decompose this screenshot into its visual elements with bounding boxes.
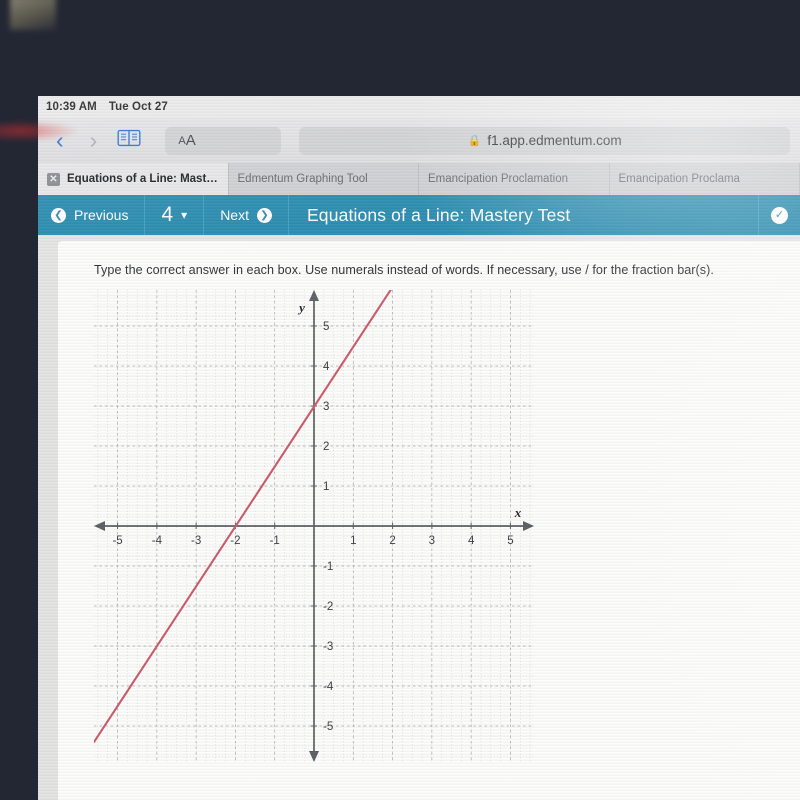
submit-test-button[interactable]: ✓ [759,195,800,235]
x-tick-label: -1 [270,535,280,547]
text-size-button[interactable]: A A [165,126,282,155]
y-axis-arrow-down [309,751,319,762]
next-label: Next [220,207,249,223]
x-tick-label: -5 [112,535,122,547]
arrow-left-circle-icon: ❮ [51,207,66,223]
tab-strip: ✕ Equations of a Line: Master... Edmentu… [38,163,800,195]
x-tick-label: 2 [389,535,395,547]
tab-equations-of-a-line[interactable]: ✕ Equations of a Line: Master... [38,163,229,195]
x-tick-label: -2 [230,535,240,547]
x-tick-label: -4 [152,535,163,547]
previous-label: Previous [74,207,129,223]
y-tick-label: -5 [323,721,333,733]
graph-canvas: -5 -4 -3 -2 -1 1 2 3 4 5 5 4 3 2 1 -1 -2 -3 -4 -5 x y [92,276,534,762]
arrow-right-circle-icon: ❯ [256,207,272,223]
question-prompt: Type the correct answer in each box. Use… [94,263,714,277]
x-tick-label: 5 [507,535,513,547]
lock-icon: 🔒 [467,135,482,147]
y-tick-label: -2 [323,601,333,613]
x-axis-arrow-right [523,521,534,531]
x-tick-label: 3 [429,535,435,547]
text-size-big-a: A [185,132,196,149]
y-tick-label: -3 [323,641,333,653]
close-icon[interactable]: ✕ [47,172,60,186]
address-bar[interactable]: 🔒 f1.app.edmentum.com [299,126,790,155]
bezel-glare [10,0,56,30]
x-axis-arrow-left [94,521,105,531]
book-icon[interactable] [117,129,141,152]
status-bar-time: 10:39 AM [46,101,97,113]
y-tick-label: -4 [323,681,334,693]
y-axis-arrow-up [309,290,319,301]
assessment-toolbar: ❮ Previous 4 ▾ Next ❯ Equations of a Lin… [38,195,800,235]
question-card: Type the correct answer in each box. Use… [58,241,800,800]
x-axis-label: x [514,505,522,520]
y-tick-label: 2 [323,441,329,453]
tab-edmentum-graphing-tool[interactable]: Edmentum Graphing Tool [228,163,419,195]
tab-emancipation-proclamation-1[interactable]: Emancipation Proclamation [419,163,610,195]
ipad-screen: 10:39 AM Tue Oct 27 ‹ › A A 🔒 f1.app.edm… [38,96,800,800]
y-tick-label: 1 [323,481,329,493]
lens-flare-artifact [0,120,80,142]
y-tick-label: -1 [323,561,333,573]
page-title: Equations of a Line: Mastery Test [289,195,759,235]
check-circle-icon: ✓ [771,206,788,224]
status-bar-date: Tue Oct 27 [108,101,168,113]
y-axis-label: y [297,300,305,315]
x-tick-label: -3 [191,535,201,547]
question-work-area: Type the correct answer in each box. Use… [38,235,800,800]
browser-toolbar: ‹ › A A 🔒 f1.app.edmentum.com [38,118,800,163]
tab-label: Edmentum Graphing Tool [237,173,368,185]
forward-icon[interactable]: › [82,129,106,152]
coordinate-graph: -5 -4 -3 -2 -1 1 2 3 4 5 5 4 3 2 1 -1 -2 -3 -4 -5 x y [92,276,534,762]
y-tick-label: 4 [323,361,330,373]
y-tick-label: 5 [323,321,329,333]
tab-label: Equations of a Line: Master... [67,173,219,185]
chevron-down-icon: ▾ [181,208,188,222]
text-size-small-a: A [178,134,186,147]
photographed-screen-backdrop: 10:39 AM Tue Oct 27 ‹ › A A 🔒 f1.app.edm… [0,0,800,800]
tab-label: Emancipation Proclama [618,173,740,185]
x-tick-label: 1 [350,535,356,547]
previous-button[interactable]: ❮ Previous [38,195,146,235]
y-tick-label: 3 [323,401,329,413]
question-number-selector[interactable]: 4 ▾ [145,195,205,235]
address-bar-url: f1.app.edmentum.com [487,133,622,148]
x-tick-label: 4 [468,535,475,547]
tab-emancipation-proclamation-2[interactable]: Emancipation Proclama [609,163,800,195]
ios-status-bar: 10:39 AM Tue Oct 27 [38,96,800,118]
tab-label: Emancipation Proclamation [428,173,568,185]
next-button[interactable]: Next ❯ [204,195,289,235]
question-number: 4 [161,203,174,226]
